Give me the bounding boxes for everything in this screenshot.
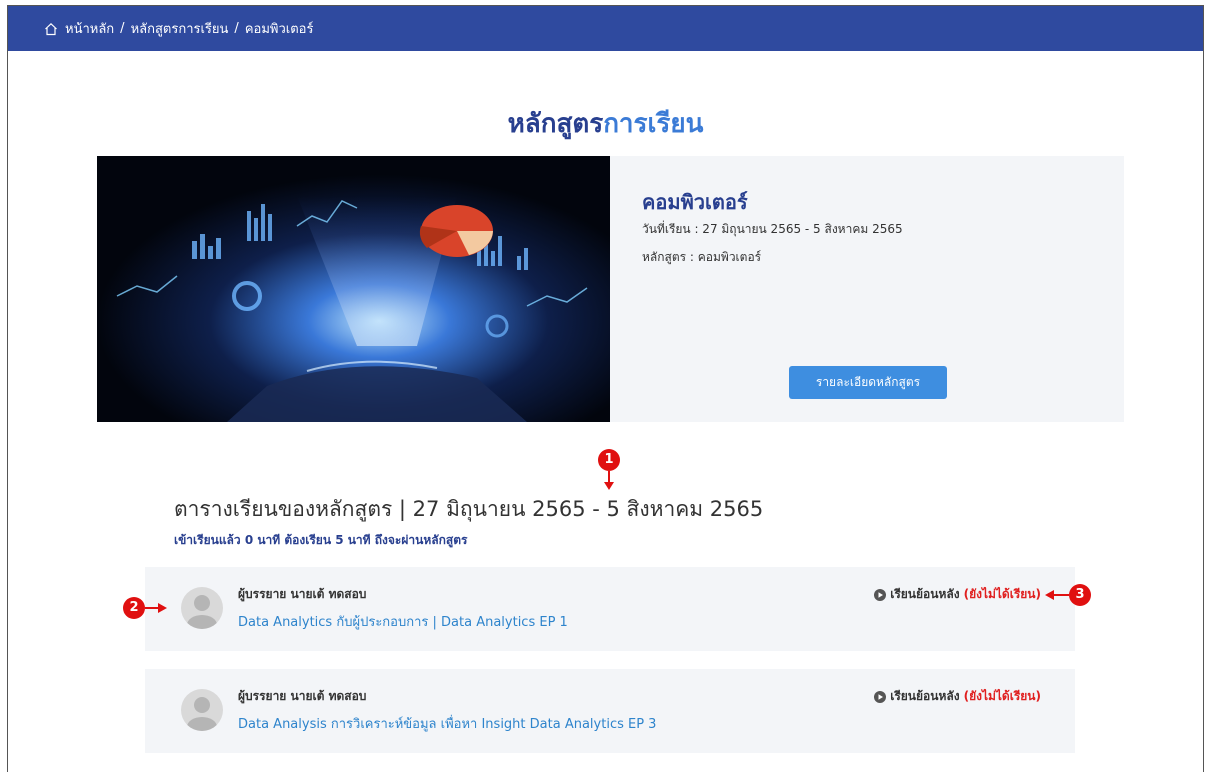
replay-link[interactable]: เรียนย้อนหลัง (ยังไม่ได้เรียน) (874, 585, 1041, 604)
breadcrumb-separator: / (234, 21, 239, 36)
replay-label: เรียนย้อนหลัง (890, 689, 960, 703)
course-program: หลักสูตร : คอมพิวเตอร์ (642, 250, 762, 264)
breadcrumb: หน้าหลัก / หลักสูตรการเรียน / คอมพิวเตอร… (8, 6, 1203, 51)
play-circle-icon (874, 588, 887, 601)
user-avatar-icon (187, 697, 217, 731)
replay-link[interactable]: เรียนย้อนหลัง (ยังไม่ได้เรียน) (874, 687, 1041, 706)
lesson-item: ผู้บรรยาย นายเต้ ทดสอบ Data Analysis การ… (145, 669, 1075, 753)
avatar (181, 587, 223, 629)
callout-badge-3: 3 (1069, 584, 1091, 606)
lecturer-name: ผู้บรรยาย นายเต้ ทดสอบ (238, 689, 367, 703)
callout-badge-2: 2 (123, 597, 145, 619)
breadcrumb-home[interactable]: หน้าหลัก (65, 18, 114, 39)
schedule-title: ตารางเรียนของหลักสูตร | 27 มิถุนายน 2565… (174, 497, 764, 521)
user-avatar-icon (187, 595, 217, 629)
callout-badge-1: 1 (598, 449, 620, 471)
lecturer-name: ผู้บรรยาย นายเต้ ทดสอบ (238, 587, 367, 601)
breadcrumb-separator: / (120, 21, 125, 36)
callout-arrow-icon (145, 603, 167, 613)
course-card: คอมพิวเตอร์ วันที่เรียน : 27 มิถุนายน 25… (97, 156, 1124, 422)
status-badge: (ยังไม่ได้เรียน) (963, 689, 1041, 703)
home-icon[interactable] (44, 22, 58, 36)
status-badge: (ยังไม่ได้เรียน) (963, 587, 1041, 601)
course-detail-button[interactable]: รายละเอียดหลักสูตร (789, 366, 947, 399)
page-title: หลักสูตรการเรียน (8, 103, 1203, 144)
course-hero-image (97, 156, 610, 422)
page-title-part1: หลักสูตร (507, 109, 604, 139)
lesson-title-link[interactable]: Data Analysis การวิเคราะห์ข้อมูล เพื่อหา… (238, 713, 656, 734)
replay-label: เรียนย้อนหลัง (890, 587, 960, 601)
analytics-hero-illustration (97, 156, 610, 422)
breadcrumb-current: คอมพิวเตอร์ (244, 22, 314, 37)
browser-frame: หน้าหลัก / หลักสูตรการเรียน / คอมพิวเตอร… (7, 5, 1204, 772)
avatar (181, 689, 223, 731)
course-info: คอมพิวเตอร์ วันที่เรียน : 27 มิถุนายน 25… (642, 156, 1112, 422)
lesson-item: ผู้บรรยาย นายเต้ ทดสอบ Data Analytics กั… (145, 567, 1075, 651)
course-name: คอมพิวเตอร์ (642, 190, 748, 214)
progress-note: เข้าเรียนแล้ว 0 นาที ต้องเรียน 5 นาที ถึ… (174, 533, 468, 547)
page-title-part2: การเรียน (603, 109, 704, 139)
callout-arrow-icon (604, 471, 614, 490)
lesson-title-link[interactable]: Data Analytics กับผู้ประกอบการ | Data An… (238, 611, 568, 632)
callout-arrow-icon (1045, 590, 1069, 600)
breadcrumb-courses[interactable]: หลักสูตรการเรียน (131, 18, 229, 39)
course-date: วันที่เรียน : 27 มิถุนายน 2565 - 5 สิงหา… (642, 222, 903, 236)
play-circle-icon (874, 690, 887, 703)
